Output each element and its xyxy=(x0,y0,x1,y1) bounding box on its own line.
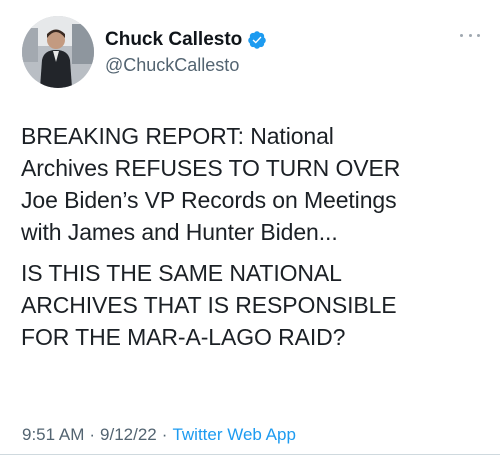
author-block: Chuck Callesto @ChuckCallesto xyxy=(105,28,267,76)
author-handle[interactable]: @ChuckCallesto xyxy=(105,55,267,76)
tweet-paragraph: BREAKING REPORT: National Archives REFUS… xyxy=(21,123,401,245)
profile-photo xyxy=(22,16,94,88)
avatar[interactable] xyxy=(22,16,94,88)
tweet-text: BREAKING REPORT: National Archives REFUS… xyxy=(21,120,491,353)
meta-separator: · xyxy=(89,425,96,444)
more-options-icon[interactable] xyxy=(460,30,480,40)
meta-separator: · xyxy=(161,425,168,444)
tweet-source-link[interactable]: Twitter Web App xyxy=(172,425,295,445)
tweet-date[interactable]: 9/12/22 xyxy=(100,425,157,445)
tweet-paragraph: IS THIS THE SAME NATIONAL ARCHIVES THAT … xyxy=(21,260,397,350)
name-row: Chuck Callesto xyxy=(105,28,267,52)
tweet-metadata: 9:51 AM · 9/12/22 · Twitter Web App xyxy=(22,425,296,445)
tweet-time[interactable]: 9:51 AM xyxy=(22,425,84,445)
divider xyxy=(0,454,500,455)
verified-badge-icon xyxy=(247,30,267,50)
tweet-card: Chuck Callesto @ChuckCallesto BREAKING R… xyxy=(0,0,500,457)
author-display-name[interactable]: Chuck Callesto xyxy=(105,29,242,51)
